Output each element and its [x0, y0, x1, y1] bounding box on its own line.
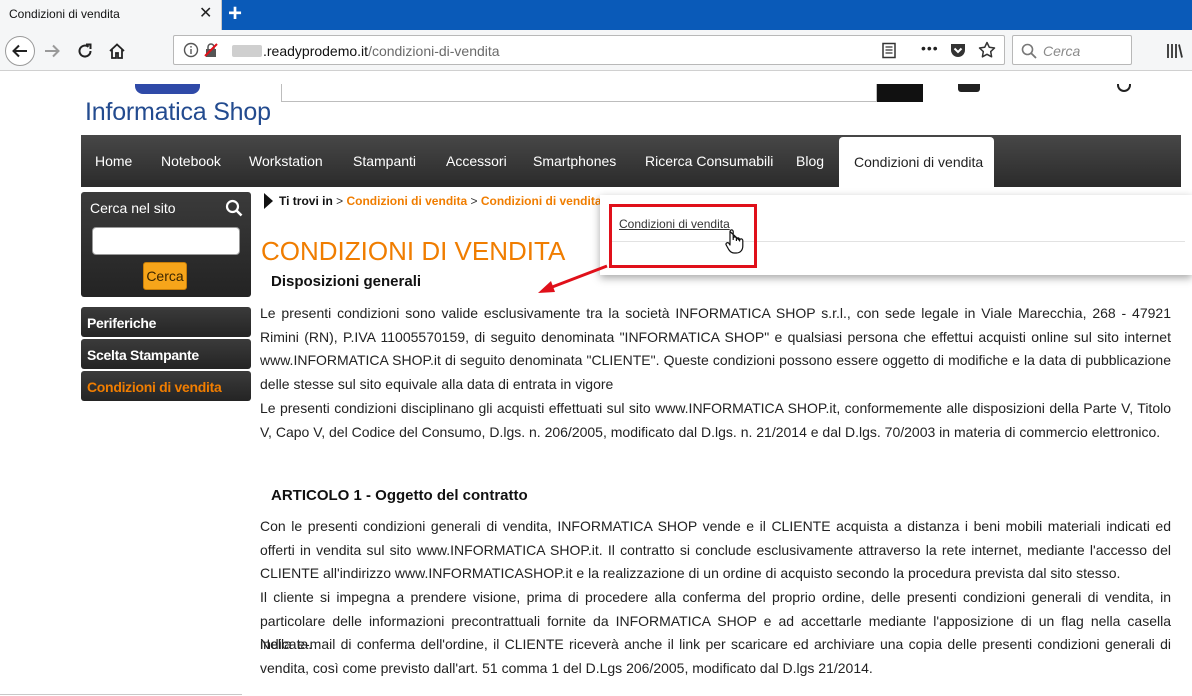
browser-tab[interactable]: Condizioni di vendita ✕ — [0, 0, 222, 30]
forward-button[interactable] — [39, 38, 65, 64]
account-icon[interactable] — [958, 84, 980, 92]
search-icon — [225, 199, 243, 217]
sidebar-item-condizioni-di-vendita[interactable]: Condizioni di vendita — [81, 371, 251, 401]
section-heading: ARTICOLO 1 - Oggetto del contratto — [271, 487, 528, 504]
url-path: /condizioni-di-vendita — [368, 43, 500, 59]
red-arrow-icon — [538, 264, 608, 293]
browser-tab-bar: Condizioni di vendita ✕ + — [0, 0, 1192, 30]
breadcrumb-link[interactable]: Condizioni di vendita — [346, 194, 467, 208]
info-icon[interactable] — [183, 42, 199, 58]
search-placeholder: Cerca — [1043, 43, 1081, 59]
close-icon[interactable]: ✕ — [199, 5, 212, 23]
divider — [0, 694, 242, 695]
menu-item-accessori[interactable]: Accessori — [446, 153, 507, 169]
menu-item-blog[interactable]: Blog — [796, 153, 824, 169]
search-icon — [1021, 43, 1037, 59]
site-search-input[interactable] — [281, 84, 877, 102]
paragraph: Nella e-mail di conferma dell'ordine, il… — [260, 636, 1171, 676]
pocket-icon[interactable] — [949, 42, 967, 59]
reader-view-icon[interactable] — [881, 42, 897, 59]
menu-item-stampanti[interactable]: Stampanti — [353, 153, 416, 169]
reload-icon — [78, 43, 92, 58]
breadcrumb-prefix: Ti trovi in — [279, 194, 333, 208]
menu-item-smartphones[interactable]: Smartphones — [533, 153, 616, 169]
page-actions-icon[interactable]: ••• — [921, 40, 939, 56]
breadcrumb-arrow-icon — [264, 193, 273, 209]
page-title: CONDIZIONI DI VENDITA — [261, 236, 566, 266]
tab-title: Condizioni di vendita — [9, 7, 120, 21]
breadcrumb-link[interactable]: Condizioni di vendita — [481, 194, 602, 208]
url-bar[interactable]: .readyprodemo.it/condizioni-di-vendita •… — [173, 35, 1005, 65]
sidebar-item-scelta-stampante[interactable]: Scelta Stampante — [81, 339, 251, 369]
cart-icon[interactable] — [1117, 84, 1131, 92]
main-menu: Home Notebook Workstation Stampanti Acce… — [81, 135, 1181, 187]
menu-item-condizioni-di-vendita[interactable]: Condizioni di vendita — [839, 137, 994, 187]
paragraph: Con le presenti condizioni generali di v… — [260, 518, 1171, 581]
back-arrow-icon — [12, 44, 27, 58]
paragraph: Le presenti condizioni disciplinano gli … — [260, 400, 1171, 440]
menu-item-workstation[interactable]: Workstation — [249, 153, 323, 169]
forward-arrow-icon — [45, 44, 60, 58]
back-button[interactable] — [5, 36, 35, 66]
site-logo[interactable]: Informatica Shop — [85, 98, 271, 127]
menu-item-home[interactable]: Home — [95, 153, 132, 169]
breadcrumb: Ti trovi in > Condizioni di vendita > Co… — [264, 193, 602, 209]
insecure-lock-icon[interactable] — [203, 42, 219, 58]
sidebar-search-button[interactable]: Cerca — [143, 262, 187, 290]
menu-item-label: Condizioni di vendita — [854, 154, 984, 170]
browser-search-input[interactable]: Cerca — [1012, 35, 1132, 65]
logo-emblem — [135, 84, 200, 94]
reload-button[interactable] — [72, 38, 98, 64]
url-blurred-subdomain — [232, 45, 262, 57]
sidebar-search-input[interactable] — [92, 227, 240, 255]
hand-cursor-icon — [725, 229, 744, 254]
menu-item-notebook[interactable]: Notebook — [161, 153, 221, 169]
site-search-button[interactable] — [877, 84, 923, 102]
bookmark-star-icon[interactable] — [978, 41, 996, 59]
url-host: .readyprodemo.it — [263, 43, 369, 59]
url-text: .readyprodemo.it/condizioni-di-vendita — [232, 43, 500, 59]
sidebar-search-box: Cerca nel sito Cerca — [81, 192, 251, 297]
home-button[interactable] — [104, 38, 130, 64]
sidebar-item-periferiche[interactable]: Periferiche — [81, 307, 251, 337]
browser-toolbar: .readyprodemo.it/condizioni-di-vendita •… — [0, 30, 1192, 71]
library-icon[interactable] — [1166, 42, 1184, 60]
section-heading: Disposizioni generali — [271, 273, 422, 290]
sidebar-search-title: Cerca nel sito — [90, 200, 176, 216]
new-tab-icon[interactable]: + — [228, 1, 242, 27]
menu-item-ricerca-consumabili[interactable]: Ricerca Consumabili — [645, 153, 773, 169]
paragraph: Le presenti condizioni sono valide esclu… — [260, 305, 1171, 392]
home-icon — [109, 43, 125, 59]
